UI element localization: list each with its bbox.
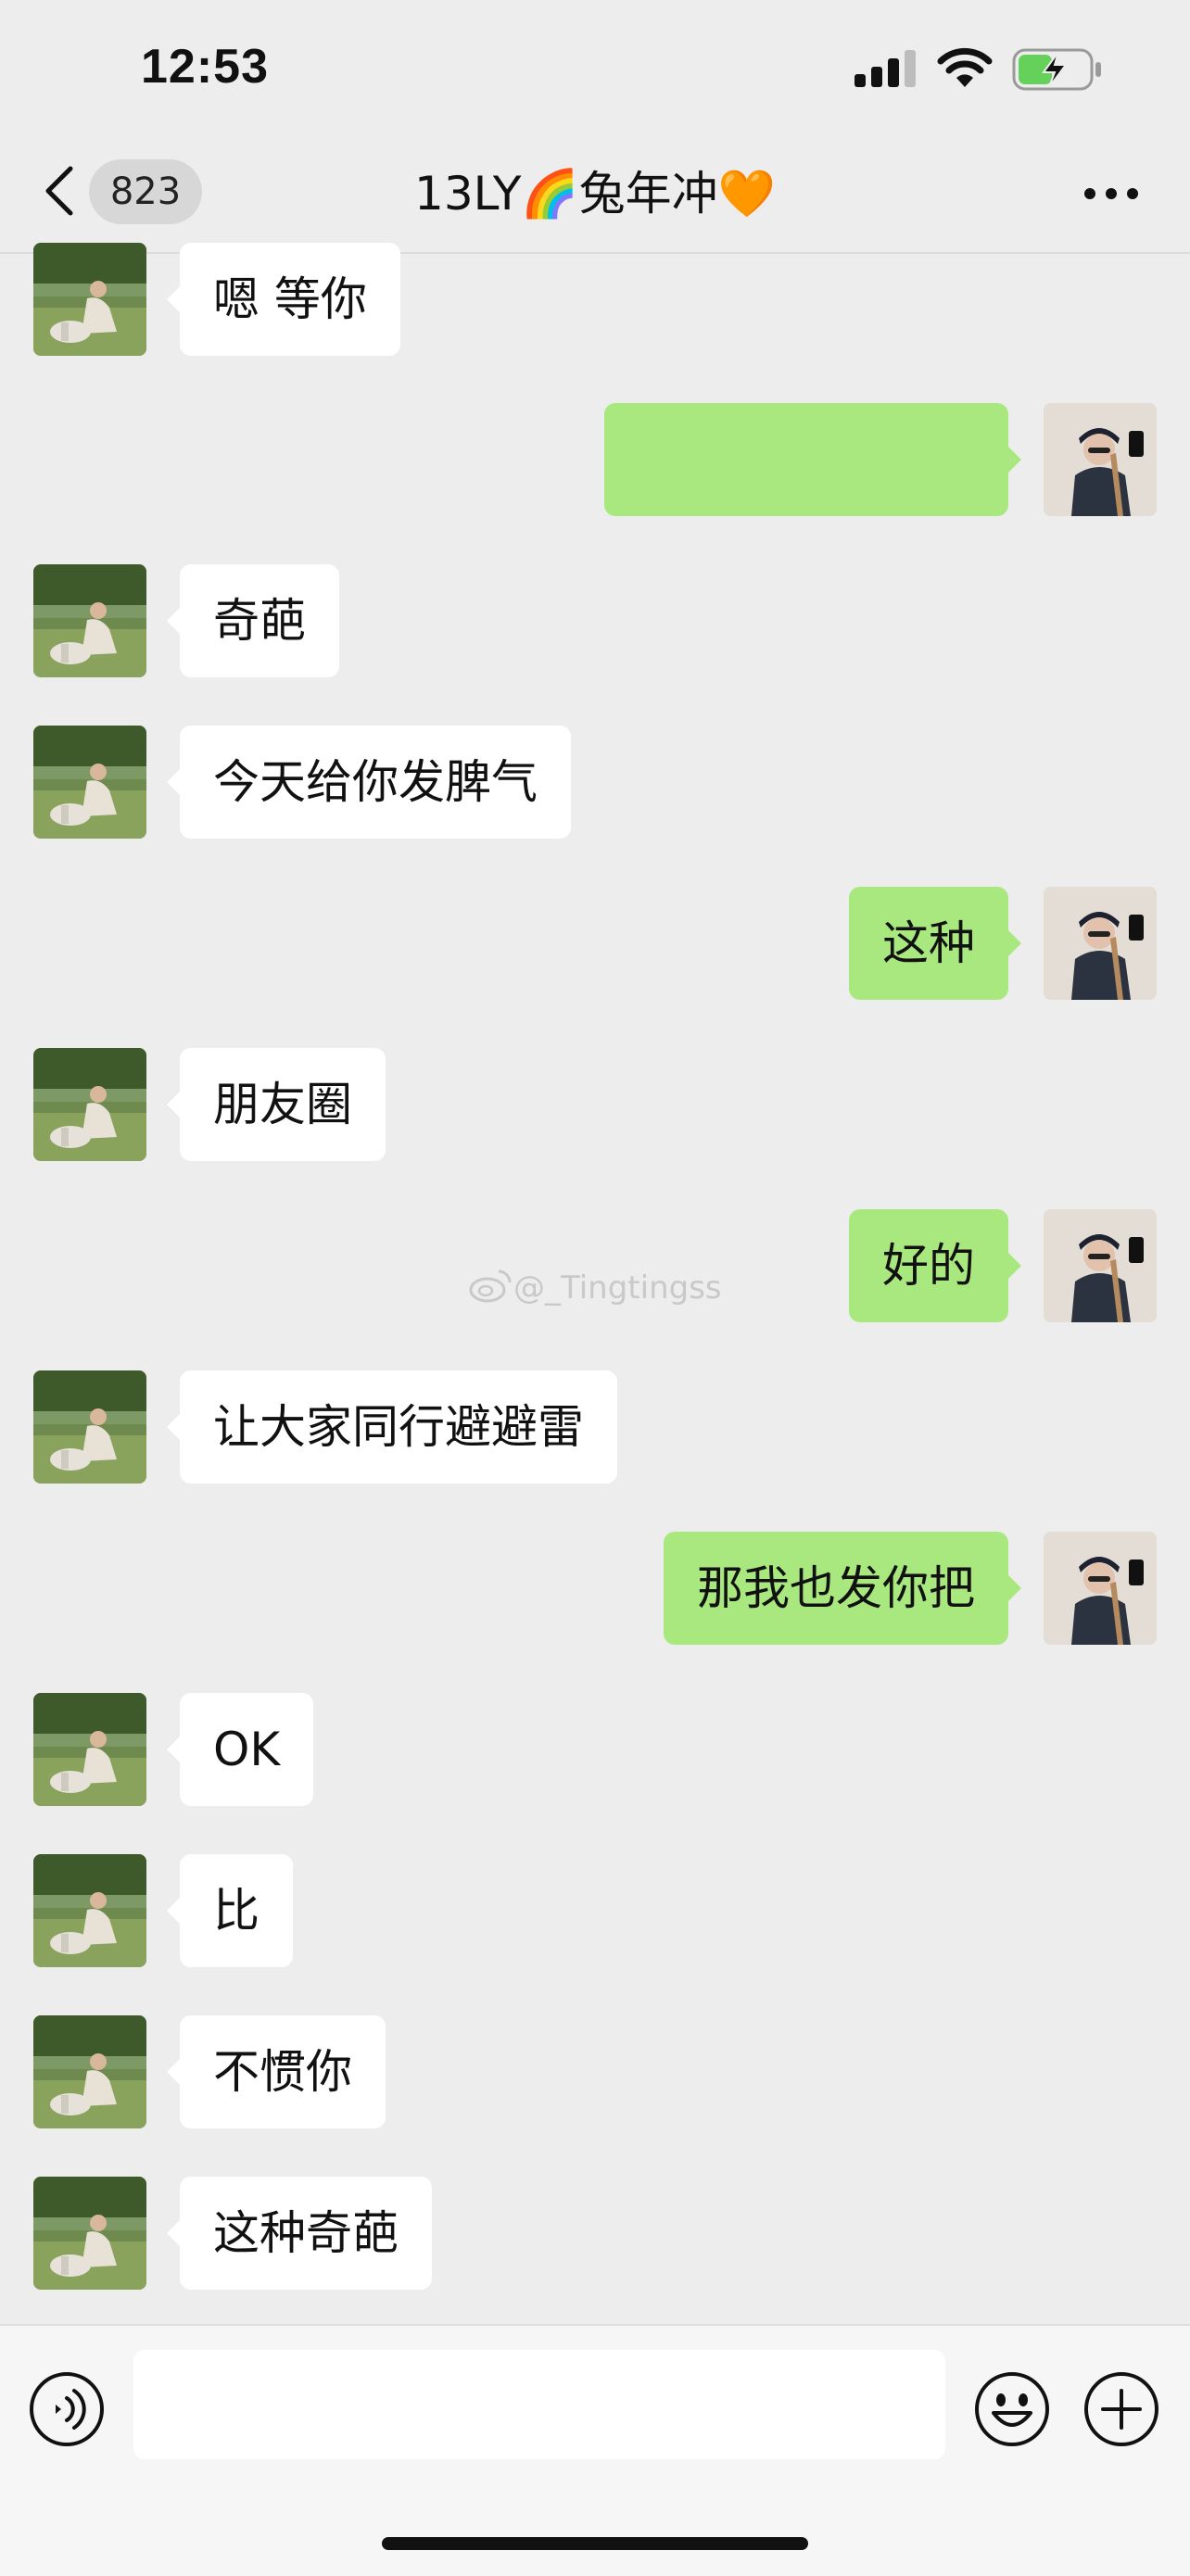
my-avatar[interactable] bbox=[1044, 1209, 1157, 1322]
my-avatar-image bbox=[1044, 403, 1157, 516]
my-avatar[interactable] bbox=[1044, 887, 1157, 1000]
contact-avatar-image bbox=[33, 1048, 146, 1161]
chat-title: 13LY🌈兔年冲🧡 bbox=[414, 167, 776, 221]
contact-avatar-image bbox=[33, 1854, 146, 1967]
incoming-message[interactable]: 今天给你发脾气 bbox=[167, 726, 571, 839]
plus-icon[interactable] bbox=[1082, 2370, 1160, 2448]
battery-charging-icon bbox=[1012, 48, 1101, 91]
weibo-watermark: @_Tingtingss bbox=[469, 1266, 722, 1313]
contact-avatar[interactable] bbox=[33, 726, 146, 839]
status-bar: 12:53 bbox=[0, 0, 1190, 139]
contact-avatar[interactable] bbox=[33, 243, 146, 356]
contact-avatar-image bbox=[33, 2015, 146, 2128]
status-time: 12:53 bbox=[141, 40, 269, 94]
incoming-message[interactable]: 比 bbox=[167, 1854, 293, 1967]
contact-avatar[interactable] bbox=[33, 1370, 146, 1484]
contact-avatar[interactable] bbox=[33, 1854, 146, 1967]
incoming-message[interactable]: 嗯 等你 bbox=[167, 243, 400, 356]
contact-avatar[interactable] bbox=[33, 2015, 146, 2128]
contact-avatar-image bbox=[33, 1370, 146, 1484]
contact-avatar-image bbox=[33, 564, 146, 677]
incoming-message[interactable]: 这种奇葩 bbox=[167, 2177, 432, 2290]
voice-input-icon[interactable] bbox=[28, 2370, 106, 2448]
outgoing-message[interactable]: 好的 bbox=[849, 1209, 1021, 1322]
watermark-text: @_Tingtingss bbox=[513, 1269, 722, 1307]
chat-header: 823 13LY🌈兔年冲🧡 bbox=[0, 139, 1190, 254]
wifi-icon bbox=[937, 47, 993, 87]
outgoing-message[interactable] bbox=[604, 403, 1021, 516]
contact-avatar[interactable] bbox=[33, 1693, 146, 1806]
more-dots-icon[interactable] bbox=[1082, 185, 1140, 202]
incoming-message[interactable]: 不惯你 bbox=[167, 2015, 386, 2128]
my-avatar-image bbox=[1044, 1209, 1157, 1322]
incoming-message[interactable]: OK bbox=[166, 1693, 314, 1806]
my-avatar-image bbox=[1044, 887, 1157, 1000]
home-indicator[interactable] bbox=[382, 2537, 808, 2550]
contact-avatar-image bbox=[33, 2177, 146, 2290]
outgoing-message[interactable]: 那我也发你把 bbox=[664, 1532, 1021, 1645]
weibo-logo-icon bbox=[469, 1266, 513, 1313]
incoming-message[interactable]: 让大家同行避避雷 bbox=[167, 1370, 617, 1484]
input-bar bbox=[0, 2324, 1190, 2576]
incoming-message[interactable]: 奇葩 bbox=[167, 564, 339, 677]
message-input[interactable] bbox=[133, 2350, 945, 2459]
contact-avatar[interactable] bbox=[33, 564, 146, 677]
my-avatar[interactable] bbox=[1044, 403, 1157, 516]
contact-avatar[interactable] bbox=[33, 2177, 146, 2290]
emoji-icon[interactable] bbox=[973, 2370, 1051, 2448]
cellular-signal-icon bbox=[855, 50, 916, 87]
contact-avatar-image bbox=[33, 243, 146, 356]
my-avatar[interactable] bbox=[1044, 1532, 1157, 1645]
outgoing-message[interactable]: 这种 bbox=[849, 887, 1021, 1000]
my-avatar-image bbox=[1044, 1532, 1157, 1645]
contact-avatar[interactable] bbox=[33, 1048, 146, 1161]
incoming-message[interactable]: 朋友圈 bbox=[167, 1048, 386, 1161]
contact-avatar-image bbox=[33, 1693, 146, 1806]
contact-avatar-image bbox=[33, 726, 146, 839]
